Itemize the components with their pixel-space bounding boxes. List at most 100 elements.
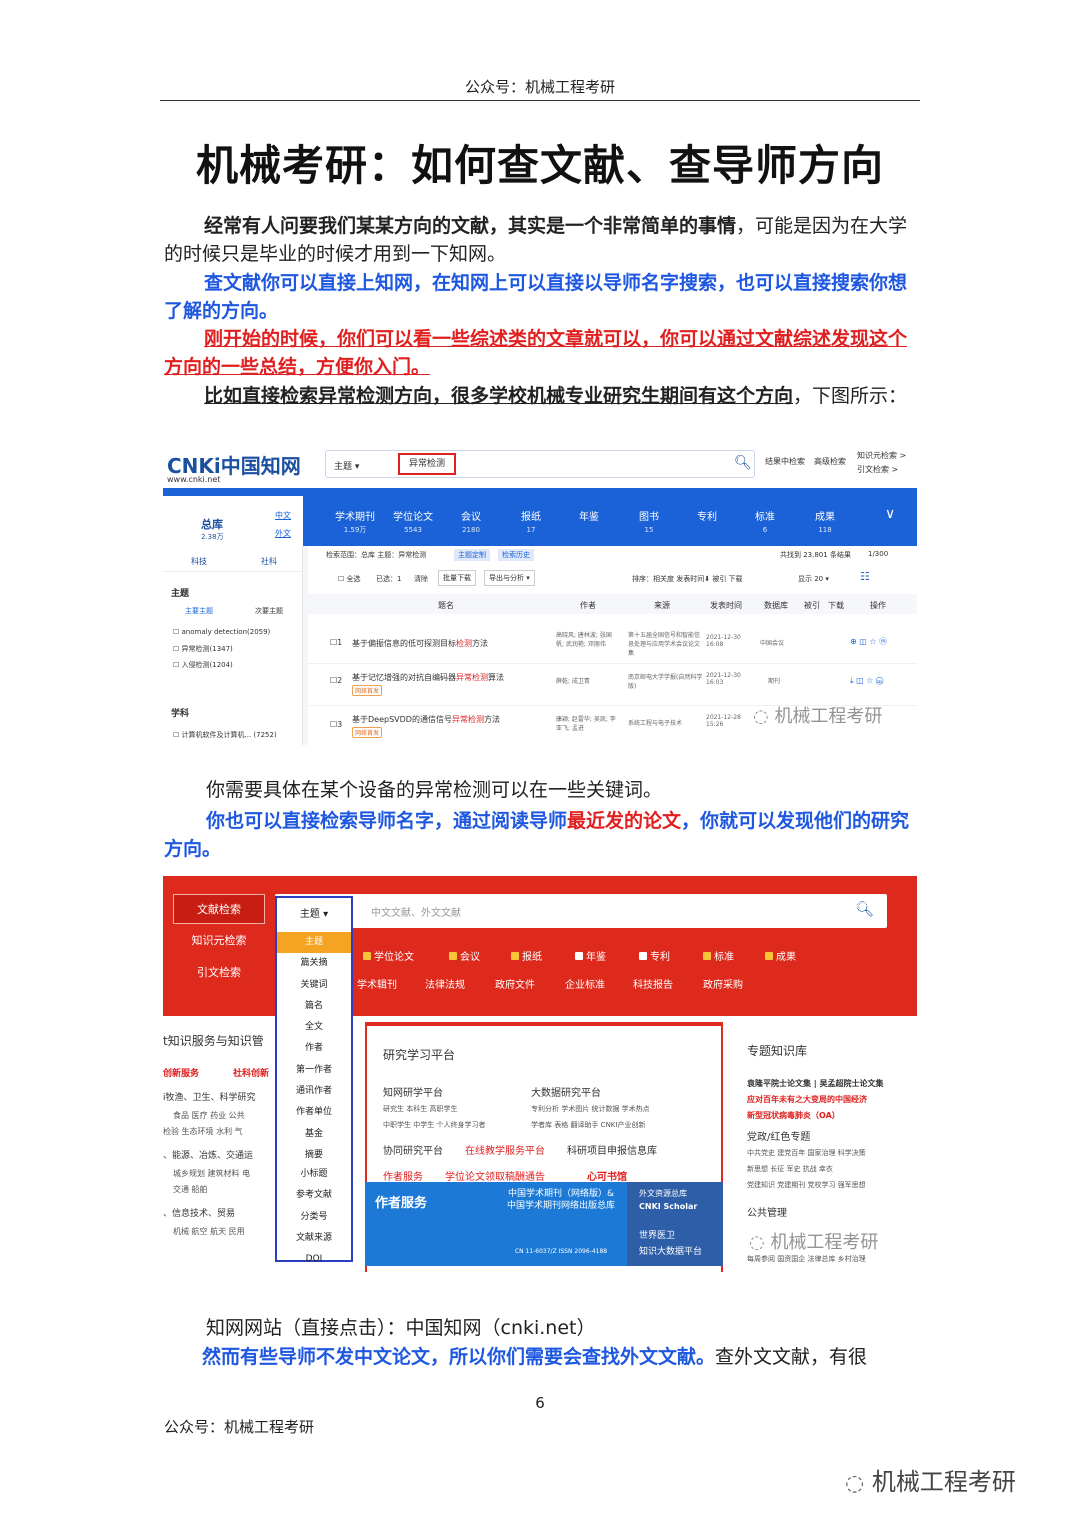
- pager[interactable]: 1/300: [868, 550, 888, 558]
- row-title[interactable]: 基于DeepSVDD的通信信号异常检测方法 网络首发: [352, 714, 500, 738]
- dropdown-option[interactable]: 全文: [277, 1017, 351, 1038]
- nav-yearbook[interactable]: 年鉴: [561, 512, 617, 524]
- advanced-search-button[interactable]: 高级检索: [814, 456, 846, 467]
- select-all-checkbox[interactable]: ☐ 全选: [338, 574, 361, 584]
- cat-item[interactable]: 学术辑刊: [357, 976, 397, 991]
- list-item[interactable]: 袁隆平院士论文集 | 吴孟超院士论文集: [747, 1078, 884, 1089]
- nav-thesis[interactable]: 学位论文 5543: [385, 512, 441, 536]
- lang-foreign-link[interactable]: 外文: [275, 528, 291, 539]
- nav-standard[interactable]: 标准 6: [737, 512, 793, 536]
- search-scope-select[interactable]: 主题 ▾: [334, 459, 359, 472]
- sort-options[interactable]: 排序：相关度 发表时间⬇ 被引 下载: [632, 574, 743, 584]
- platform-link[interactable]: 学位论文领取稿酬通告: [445, 1168, 545, 1183]
- dropdown-option[interactable]: DOI: [277, 1249, 351, 1270]
- platform-link[interactable]: 心可书馆: [587, 1168, 627, 1183]
- facet-item[interactable]: ☐ 计算机软件及计算机... (7252): [173, 730, 277, 740]
- facet-item[interactable]: ☐ 异常检测(1347): [173, 644, 233, 654]
- row-source[interactable]: 南京邮电大学学报(自然科学版): [628, 672, 704, 690]
- dropdown-option[interactable]: 主题: [277, 932, 351, 954]
- row-checkbox[interactable]: ☐1: [330, 638, 342, 647]
- platform-link[interactable]: 科研项目申报信息库: [567, 1142, 657, 1157]
- journal-banner[interactable]: 作者服务 中国学术期刊（网络版）& 中国学术期刊网络出版总库 CN 11-603…: [365, 1182, 723, 1266]
- cat-item[interactable]: 科技报告: [633, 976, 673, 991]
- list-item[interactable]: 城乡规划 建筑材料 电: [173, 1168, 250, 1179]
- list-item[interactable]: 食品 医疗 药业 公共: [173, 1110, 245, 1121]
- cat-item[interactable]: 法律法规: [425, 976, 465, 991]
- list-item[interactable]: 党建知识 党建期刊 党校学习 强军思想: [747, 1180, 866, 1190]
- search-icon[interactable]: 🔍︎: [734, 455, 752, 471]
- facet-secondary-topic-tab[interactable]: 次要主题: [255, 606, 283, 616]
- list-item[interactable]: 每周参阅 国资国企 法律总库 乡村治理: [747, 1254, 866, 1264]
- dropdown-option[interactable]: 关键词: [277, 975, 351, 996]
- topic-custom-tag[interactable]: 主题定制: [454, 549, 490, 561]
- social-innovation-link[interactable]: 社科创新: [233, 1066, 269, 1079]
- list-item[interactable]: i牧渔、卫生、科学研究: [163, 1090, 256, 1103]
- search-in-results-button[interactable]: 结果中检索: [765, 456, 805, 467]
- check-thesis[interactable]: 学位论文: [363, 948, 414, 963]
- check-achievement[interactable]: 成果: [765, 948, 796, 963]
- page-size-select[interactable]: 显示 20 ▾: [798, 574, 829, 584]
- dropdown-option[interactable]: 参考文献: [277, 1185, 351, 1206]
- dropdown-option[interactable]: 作者: [277, 1038, 351, 1059]
- row-title[interactable]: 基于记忆增强的对抗自编码器异常检测算法 网络首发: [352, 672, 504, 696]
- list-item[interactable]: 公共管理: [747, 1204, 787, 1219]
- facet-main-topic-tab[interactable]: 主要主题: [185, 606, 213, 616]
- cnki-search-box[interactable]: 中文文献、外文文献 🔍︎: [275, 894, 887, 928]
- nav-newspaper[interactable]: 报纸 17: [503, 512, 559, 536]
- platform-sublinks[interactable]: 学者库 表格 翻译助手 CNKI产业创新: [531, 1120, 645, 1130]
- row-author[interactable]: 薛乾; 成卫青: [556, 676, 616, 685]
- platform-link[interactable]: 作者服务: [383, 1168, 423, 1183]
- nav-achievement[interactable]: 成果 118: [797, 512, 853, 536]
- dropdown-option[interactable]: 文献来源: [277, 1228, 351, 1249]
- list-item[interactable]: 检验 生态环境 水利 气: [163, 1126, 243, 1137]
- row-source[interactable]: 系统工程与电子技术: [628, 718, 704, 727]
- menu-knowledge-search[interactable]: 知识元检索: [173, 926, 265, 956]
- platform-sublinks[interactable]: 研究生 本科生 高职学生: [383, 1104, 457, 1114]
- cnki-search-box[interactable]: 主题 ▾ 异常检测 🔍︎: [325, 450, 755, 478]
- publication-search-link[interactable]: 出版物检索 >: [829, 913, 878, 930]
- list-view-icon[interactable]: ☷: [860, 570, 870, 583]
- dropdown-option[interactable]: 作者单位: [277, 1102, 351, 1123]
- search-history-tag[interactable]: 检索历史: [498, 549, 534, 561]
- row-actions-icon[interactable]: ⤓ ◫ ☆ ⓜ: [850, 676, 883, 686]
- menu-citation-search[interactable]: 引文检索: [173, 958, 265, 988]
- cnki-logo[interactable]: CNKi中国知网 www.cnki.net: [167, 450, 301, 484]
- facet-topic-heading[interactable]: 主题: [171, 586, 189, 599]
- total-library-tab[interactable]: 总库 2.38万 中文 外文: [163, 496, 303, 546]
- list-item[interactable]: 、能源、冶炼、交通运: [163, 1148, 253, 1161]
- search-placeholder[interactable]: 中文文献、外文文献: [371, 904, 461, 919]
- chevron-down-icon[interactable]: ∨: [885, 506, 895, 522]
- row-checkbox[interactable]: ☐3: [330, 720, 342, 729]
- table-row[interactable]: ☐2 基于记忆增强的对抗自编码器异常检测算法 网络首发 薛乾; 成卫青 南京邮电大…: [308, 666, 917, 706]
- row-actions-icon[interactable]: ⊕ ◫ ☆ ⓜ: [850, 636, 887, 647]
- platform-link[interactable]: 协同研究平台: [383, 1142, 443, 1157]
- nav-conference[interactable]: 会议 2180: [443, 512, 499, 536]
- side-tab-tech[interactable]: 科技: [191, 556, 207, 567]
- list-item[interactable]: 新型冠状病毒肺炎（OA）: [747, 1110, 840, 1121]
- dropdown-option[interactable]: 基金: [277, 1124, 351, 1145]
- list-item[interactable]: 党政/红色专题: [747, 1128, 810, 1143]
- dropdown-current[interactable]: 主题 ▾: [277, 898, 351, 932]
- dropdown-option[interactable]: 第一作者: [277, 1060, 351, 1081]
- check-yearbook[interactable]: 年鉴: [575, 948, 606, 963]
- platform-link[interactable]: 知网研学平台: [383, 1084, 443, 1099]
- innovation-service-link[interactable]: 创新服务: [163, 1066, 199, 1079]
- platform-link[interactable]: 大数据研究平台: [531, 1084, 601, 1099]
- row-author[interactable]: 康颖; 赵雷华; 吴凯; 李亚飞; 孟进: [556, 714, 616, 732]
- nav-book[interactable]: 图书 15: [621, 512, 677, 536]
- advanced-search-link[interactable]: 高级检索 >: [829, 896, 878, 913]
- row-author[interactable]: 高晓风; 唐林波; 张国帆; 武润艳; 邓丽伟: [556, 630, 616, 648]
- list-item[interactable]: 交通 船舶: [173, 1184, 208, 1195]
- clear-button[interactable]: 清除: [414, 574, 428, 584]
- check-standard[interactable]: 标准: [703, 948, 734, 963]
- check-patent[interactable]: 专利: [639, 948, 670, 963]
- facet-item[interactable]: ☐ 入侵检测(1204): [173, 660, 233, 670]
- nav-patent[interactable]: 专利: [679, 512, 735, 524]
- lang-chinese-link[interactable]: 中文: [275, 510, 291, 521]
- platform-link[interactable]: 在线教学服务平台: [465, 1142, 545, 1157]
- dropdown-option[interactable]: 通讯作者: [277, 1081, 351, 1102]
- list-item[interactable]: 机械 航空 航天 民用: [173, 1226, 245, 1237]
- cat-item[interactable]: 企业标准: [565, 976, 605, 991]
- side-tab-social[interactable]: 社科: [261, 556, 277, 567]
- knowledge-search-link[interactable]: 知识元检索 >: [857, 450, 906, 461]
